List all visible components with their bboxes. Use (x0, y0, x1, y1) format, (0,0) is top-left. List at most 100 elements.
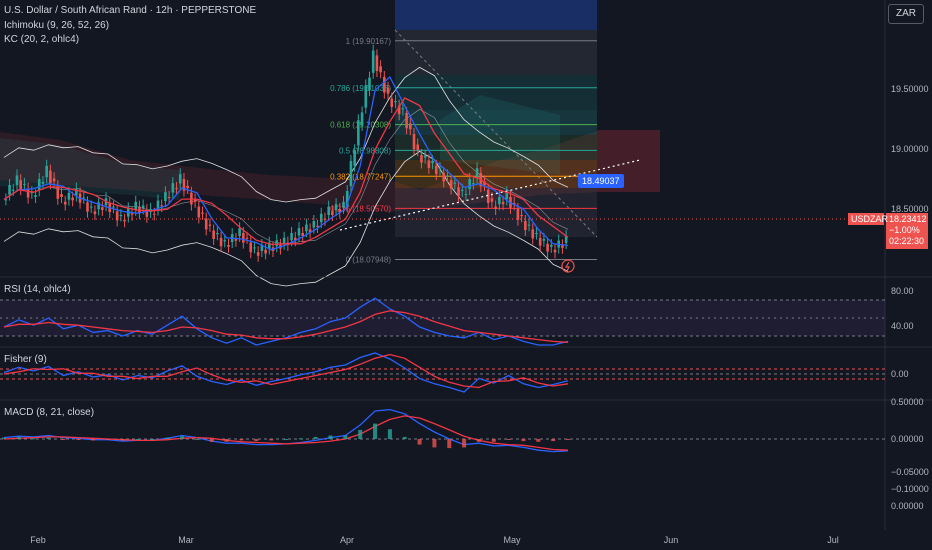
candle-body (364, 85, 368, 108)
time-axis-label: Mar (178, 535, 194, 545)
price-tag-countdown: 02:22:30 (889, 236, 924, 246)
fisher-trigger-line (3, 353, 569, 389)
candle-body (516, 209, 520, 220)
macd-hist-bar (254, 439, 259, 442)
time-axis-label: Jun (664, 535, 679, 545)
candle-body (178, 174, 182, 184)
time-axis-label: May (503, 535, 521, 545)
candle-body (216, 233, 219, 235)
candle-body (93, 211, 97, 215)
candle-body (546, 243, 549, 252)
macd-axis-label: 0.00000 (891, 434, 924, 444)
candle-body (531, 229, 535, 239)
candle-body (208, 224, 212, 226)
macd-hist-bar (521, 439, 526, 442)
macd-hist-bar (135, 439, 140, 440)
candle-body (416, 144, 420, 151)
candle-body (542, 239, 546, 241)
macd-hist-bar (61, 439, 66, 440)
macd-legend[interactable]: MACD (8, 21, close) (4, 407, 94, 418)
candle-body (123, 219, 126, 222)
fib-level-label: 0.382 (18.77247) (330, 172, 391, 181)
fisher-legend[interactable]: Fisher (9) (4, 354, 47, 365)
price-tag-price: 18.23412 (889, 214, 927, 224)
macd-hist-bar (506, 439, 511, 440)
candle-body (446, 175, 449, 177)
candle-body (386, 87, 390, 94)
candle-body (175, 188, 178, 189)
marker-tag-text: 18.49037 (582, 176, 620, 186)
candle-body (86, 202, 89, 212)
candle-body (342, 201, 345, 208)
symbol-title[interactable]: U.S. Dollar / South African Rand · 12h ·… (4, 5, 256, 16)
macd-hist-bar (447, 439, 452, 449)
macd-hist-bar (150, 439, 155, 440)
candle-body (494, 206, 497, 209)
fib-level-label: 1 (19.90167) (346, 37, 392, 46)
candle-body (67, 192, 71, 200)
candle-body (553, 249, 557, 253)
candle-body (401, 108, 405, 110)
candle-body (141, 205, 145, 209)
macd-hist-bar (476, 439, 481, 442)
macd-hist-bar (239, 439, 244, 441)
alert-icon[interactable] (561, 259, 575, 273)
macd-hist-bar (209, 439, 214, 442)
candle-body (334, 204, 338, 211)
candle-body (227, 245, 230, 247)
candle-body (375, 55, 379, 71)
macd-hist-bar (462, 439, 467, 448)
fib-level-label: 0 (18.07948) (346, 255, 392, 264)
macd-signal-line (3, 415, 569, 451)
currency-button[interactable]: ZAR (888, 4, 924, 24)
macd-hist-bar (180, 436, 185, 439)
kc-legend[interactable]: KC (20, 2, ohlc4) (4, 34, 79, 45)
candle-body (405, 113, 408, 129)
candle-body (60, 194, 63, 197)
candle-body (423, 155, 427, 158)
macd-axis-label: 0.00000 (891, 501, 924, 511)
candle-body (327, 206, 330, 215)
candle-body (527, 224, 531, 226)
macd-axis-label: −0.10000 (891, 484, 929, 494)
candle-body (256, 252, 260, 256)
candle-body (167, 197, 171, 198)
candle-body (249, 242, 253, 253)
candle-body (134, 201, 138, 210)
marker-tag[interactable]: 18.49037 (578, 174, 624, 188)
candle-body (468, 179, 471, 190)
macd-axis-label: 0.50000 (891, 397, 924, 407)
macd-hist-bar (194, 439, 199, 440)
candle-body (501, 201, 505, 205)
candle-body (223, 240, 227, 242)
chart-canvas[interactable]: 1 (19.90167) 0.786 (19.51038) 0.618 (19.20… (0, 0, 932, 550)
ichimoku-legend[interactable]: Ichimoku (9, 26, 52, 26) (4, 20, 109, 31)
candle-body (56, 186, 60, 199)
macd-hist-bar (2, 437, 6, 439)
candle-body (41, 182, 45, 184)
macd-hist-bar (358, 429, 363, 439)
candle-body (34, 195, 37, 197)
candle-body (475, 168, 479, 179)
candle-body (383, 77, 386, 93)
candle-body (282, 237, 286, 244)
candle-body (201, 212, 204, 214)
macd-hist-bar (551, 439, 556, 442)
macd-hist-bar (328, 435, 333, 439)
rsi-legend[interactable]: RSI (14, ohlc4) (4, 284, 71, 295)
candle-body (520, 215, 523, 217)
macd-hist-bar (491, 439, 496, 442)
candle-body (52, 178, 56, 182)
candle-body (438, 168, 442, 170)
price-tag-change: −1.00% (889, 225, 920, 235)
candle-body (89, 206, 93, 208)
candle-body (193, 199, 197, 202)
candle-body (26, 188, 30, 198)
candle-body (171, 183, 175, 193)
chart-root: 1 (19.90167) 0.786 (19.51038) 0.618 (19.20… (0, 0, 932, 550)
candle-body (535, 233, 538, 234)
candle-body (219, 237, 223, 247)
candle-body (242, 233, 245, 243)
candle-body (420, 155, 423, 163)
price-axis-label: 19.00000 (891, 144, 929, 154)
